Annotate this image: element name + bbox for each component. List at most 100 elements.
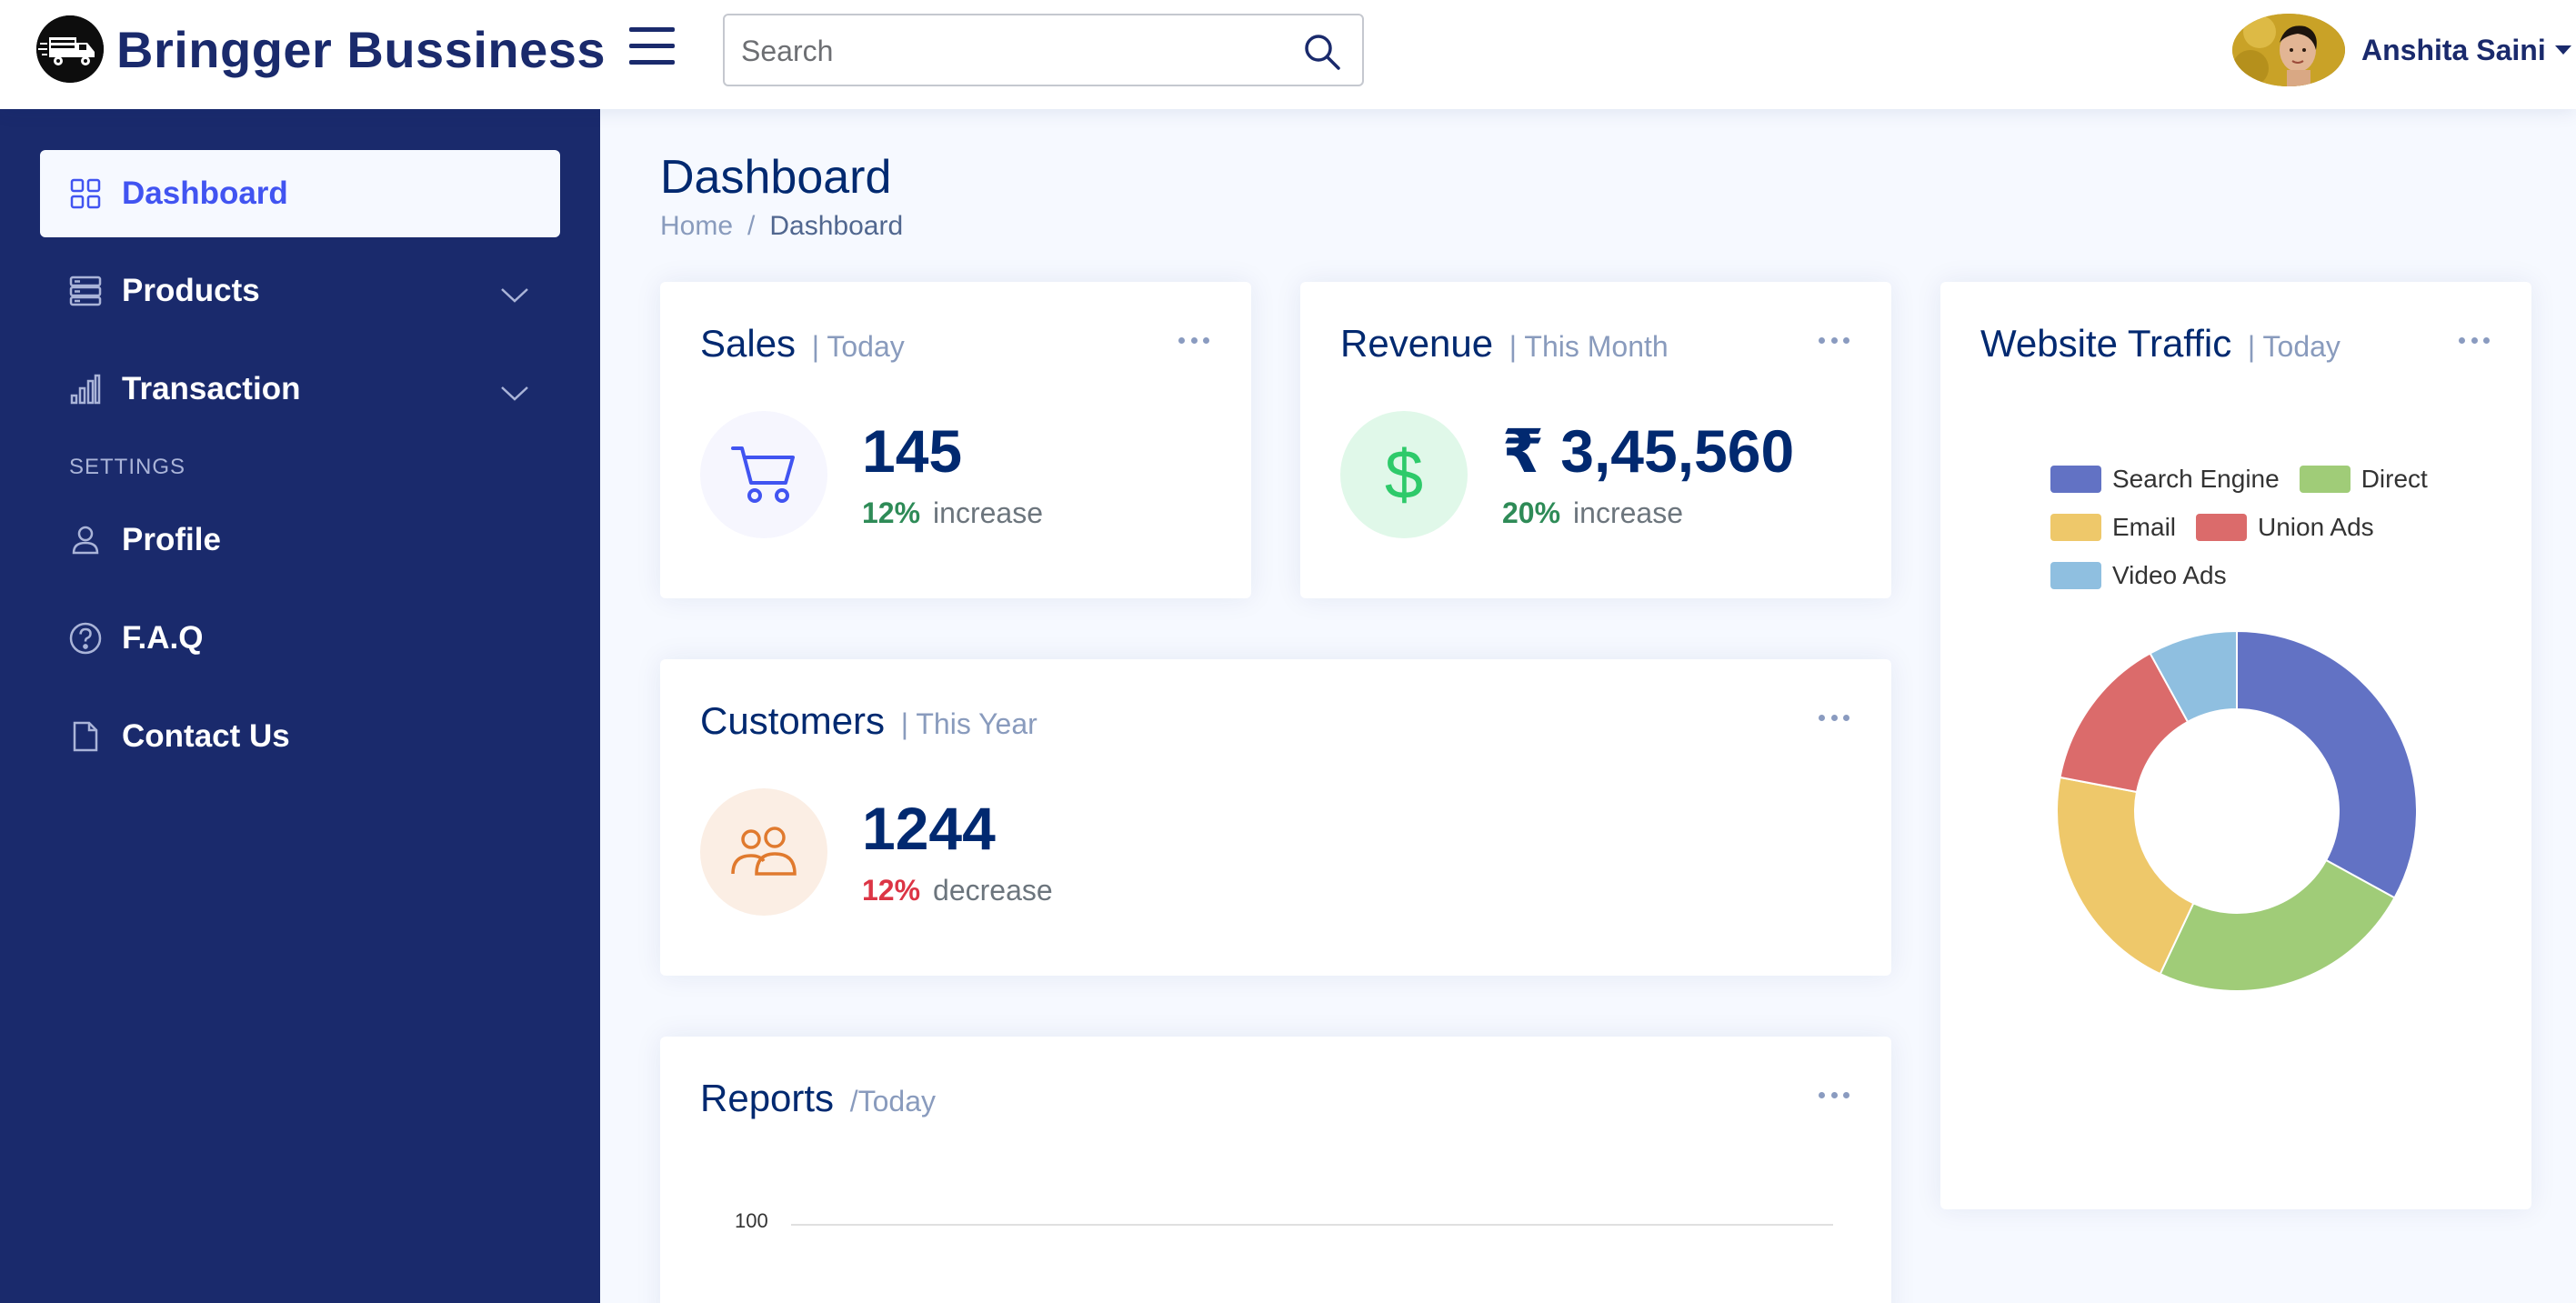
reports-card: Reports /Today — [660, 1037, 1891, 1303]
legend-label: Video Ads — [2112, 560, 2227, 589]
user-name: Anshita Saini — [2361, 33, 2546, 66]
sidebar-item-label: Contact Us — [122, 718, 290, 754]
sidebar-item-transaction[interactable]: Transaction — [40, 346, 560, 433]
bar-chart-icon — [65, 369, 105, 409]
settings-heading: SETTINGS — [69, 455, 186, 479]
card-title: Website Traffic | Today — [1980, 322, 2340, 366]
card-title-text: Reports — [700, 1077, 835, 1119]
menu-toggle-icon[interactable] — [629, 27, 675, 71]
revenue-card: Revenue | This Month $ ₹ 3,45,560 20% inc… — [1300, 282, 1891, 598]
breadcrumb-current: Dashboard — [769, 211, 904, 241]
change-percent: 12% — [862, 496, 921, 529]
card-title-text: Customers — [700, 699, 886, 742]
card-period: | This Month — [1509, 330, 1669, 363]
revenue-value: ₹ 3,45,560 — [1502, 417, 1795, 485]
card-title-text: Website Traffic — [1980, 322, 2232, 365]
chevron-down-icon — [500, 375, 529, 411]
legend-item[interactable]: Video Ads — [2050, 561, 2227, 590]
legend-label: Direct — [2360, 464, 2428, 493]
question-circle-icon — [65, 618, 105, 658]
cart-icon — [700, 411, 827, 538]
page-title: Dashboard — [660, 151, 892, 204]
dollar-icon: $ — [1340, 411, 1468, 538]
gridline — [791, 1224, 1833, 1226]
card-title: Customers | This Year — [700, 699, 1037, 743]
more-options-icon[interactable] — [1819, 712, 1849, 723]
customers-card: Customers | This Year 1244 12% decrease — [660, 659, 1891, 976]
card-title: Reports /Today — [700, 1077, 936, 1120]
card-period: | This Year — [900, 707, 1037, 740]
change-percent: 12% — [862, 874, 921, 907]
revenue-change: 20% increase — [1502, 496, 1683, 530]
legend-label: Email — [2112, 512, 2177, 541]
sidebar-item-contact-us[interactable]: Contact Us — [40, 693, 560, 780]
donut-slice-direct[interactable] — [2159, 858, 2396, 992]
chevron-down-icon — [500, 276, 529, 313]
legend-swatch — [2299, 465, 2350, 493]
card-title: Sales | Today — [700, 322, 905, 366]
chevron-down-icon — [2554, 45, 2571, 55]
legend-swatch — [2050, 513, 2101, 541]
legend-swatch — [2050, 561, 2101, 589]
svg-text:$: $ — [1385, 436, 1423, 513]
card-period: | Today — [811, 330, 905, 363]
breadcrumb: Home / Dashboard — [660, 211, 903, 242]
sidebar: Dashboard Products Transaction SETTINGS … — [0, 109, 600, 1303]
sidebar-item-faq[interactable]: F.A.Q — [40, 595, 560, 682]
sales-value: 145 — [862, 417, 963, 485]
more-options-icon[interactable] — [2459, 335, 2490, 346]
top-header: Bringger Bussiness Search Anshita Saini — [0, 0, 2576, 109]
change-label: decrease — [933, 874, 1053, 907]
search-bar — [723, 14, 1364, 86]
sidebar-item-label: F.A.Q — [122, 620, 204, 656]
sidebar-item-profile[interactable]: Profile — [40, 496, 560, 584]
sidebar-item-label: Dashboard — [122, 175, 288, 211]
card-title: Revenue | This Month — [1340, 322, 1669, 366]
products-icon — [65, 271, 105, 311]
y-tick-label: 100 — [735, 1209, 768, 1232]
legend-swatch — [2050, 465, 2101, 493]
legend-item[interactable]: Direct — [2299, 464, 2428, 494]
sidebar-item-label: Profile — [122, 522, 221, 557]
legend-label: Search Engine — [2112, 464, 2280, 493]
card-title-text: Revenue — [1340, 322, 1494, 365]
search-input[interactable] — [741, 28, 1268, 74]
change-label: increase — [1573, 496, 1683, 529]
sidebar-item-label: Transaction — [122, 371, 301, 406]
legend-swatch — [2196, 513, 2248, 541]
more-options-icon[interactable] — [1819, 1089, 1849, 1100]
donut-slice-search-engine[interactable] — [2236, 629, 2418, 899]
customers-change: 12% decrease — [862, 874, 1053, 907]
sales-card: Sales | Today 145 12% increase — [660, 282, 1251, 598]
sidebar-item-products[interactable]: Products — [40, 247, 560, 335]
change-label: increase — [933, 496, 1043, 529]
sidebar-item-label: Products — [122, 273, 260, 308]
legend-label: Union Ads — [2258, 512, 2374, 541]
brand-logo[interactable]: Bringger Bussiness — [36, 13, 606, 85]
more-options-icon[interactable] — [1178, 335, 1209, 346]
card-period: /Today — [849, 1085, 937, 1118]
change-percent: 20% — [1502, 496, 1561, 529]
truck-logo-icon — [36, 15, 104, 83]
file-icon — [65, 717, 105, 757]
person-icon — [65, 520, 105, 560]
avatar — [2232, 14, 2345, 86]
legend-item[interactable]: Union Ads — [2196, 513, 2374, 542]
traffic-donut-chart — [2056, 629, 2418, 992]
user-menu[interactable]: Anshita Saini — [2232, 13, 2571, 87]
breadcrumb-home[interactable]: Home — [660, 211, 733, 242]
sales-change: 12% increase — [862, 496, 1043, 530]
sidebar-item-dashboard[interactable]: Dashboard — [40, 150, 560, 237]
search-icon[interactable] — [1302, 32, 1342, 72]
donut-slice-email[interactable] — [2056, 776, 2195, 976]
card-period: | Today — [2247, 330, 2340, 363]
legend-item[interactable]: Email — [2050, 513, 2176, 542]
brand-name: Bringger Bussiness — [116, 20, 606, 78]
card-title-text: Sales — [700, 322, 797, 365]
people-icon — [700, 788, 827, 916]
chart-legend: Search Engine Direct Email Union Ads Vid… — [2050, 455, 2428, 599]
legend-item[interactable]: Search Engine — [2050, 465, 2280, 494]
more-options-icon[interactable] — [1819, 335, 1849, 346]
customers-value: 1244 — [862, 795, 996, 862]
grid-icon — [65, 174, 105, 214]
